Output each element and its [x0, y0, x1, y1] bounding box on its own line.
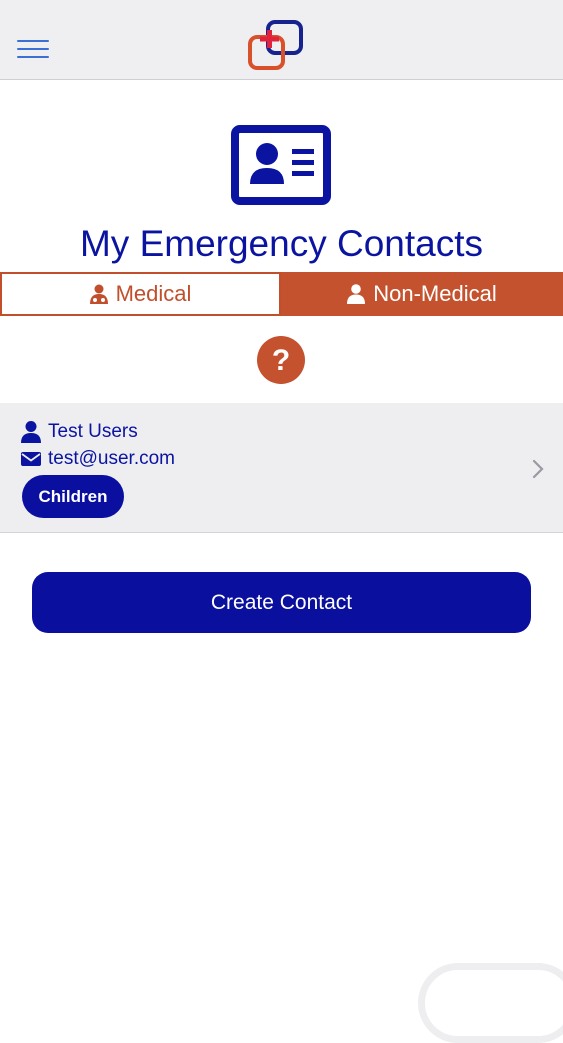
chevron-right-icon [532, 459, 544, 479]
floating-overlay-shape [418, 963, 563, 1043]
tab-medical[interactable]: Medical [0, 272, 281, 316]
question-circle-icon[interactable]: ? [257, 336, 305, 384]
contact-type-tabs: Medical Non-Medical [0, 272, 563, 316]
page-title: My Emergency Contacts [79, 223, 484, 264]
user-icon [21, 421, 41, 443]
tab-non-medical-label: Non-Medical [373, 281, 497, 306]
contact-name-line: Test Users [21, 421, 138, 443]
contact-name: Test Users [48, 421, 138, 442]
contact-list-item[interactable]: Test Users test@user.com Children [0, 403, 563, 533]
user-icon [347, 284, 366, 304]
envelope-icon [21, 452, 41, 466]
medical-cross-logo-icon [248, 20, 303, 70]
top-bar [0, 0, 563, 80]
contact-email-line: test@user.com [21, 448, 175, 470]
contact-tag-badge[interactable]: Children [22, 475, 124, 518]
tab-medical-label: Medical [115, 281, 192, 306]
create-contact-button[interactable]: Create Contact [32, 572, 531, 633]
tab-non-medical[interactable]: Non-Medical [281, 272, 563, 316]
contact-email: test@user.com [48, 448, 175, 469]
doctor-icon [89, 284, 108, 304]
svg-text:?: ? [272, 344, 290, 377]
hamburger-menu-icon[interactable] [17, 40, 49, 59]
id-card-icon [231, 125, 331, 205]
